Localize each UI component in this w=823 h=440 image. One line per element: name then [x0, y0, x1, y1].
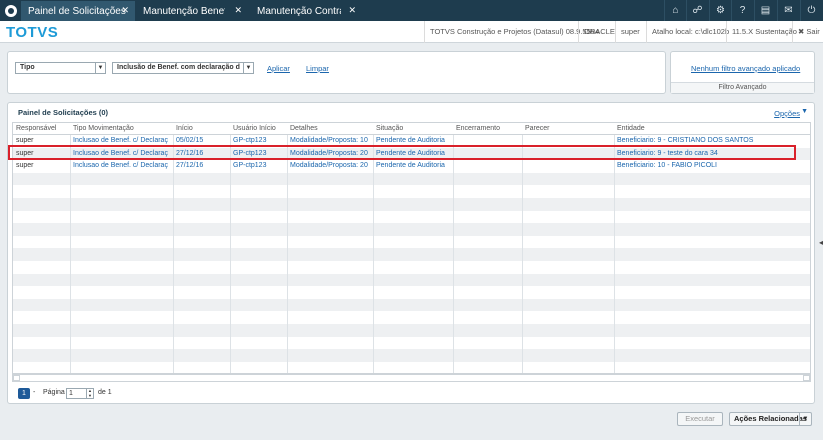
- apply-link[interactable]: Aplicar: [267, 64, 290, 73]
- column-header-parecer[interactable]: Parecer: [522, 123, 614, 135]
- cell-detalhes[interactable]: Modalidade/Proposta: 20: [287, 160, 373, 173]
- cell-inicio: 27/12/16: [176, 162, 204, 170]
- close-icon[interactable]: ✕: [234, 5, 242, 16]
- caret-down-icon[interactable]: ▼: [801, 108, 808, 115]
- column-header-encerramento[interactable]: Encerramento: [453, 123, 522, 135]
- tab-label: Manutenção Beneficiá: [143, 5, 225, 17]
- table-row: [13, 362, 810, 373]
- mail-icon[interactable]: ✉: [777, 0, 799, 21]
- table-row: [13, 298, 810, 312]
- table-row: [13, 172, 810, 186]
- page-count: de 1: [98, 389, 112, 396]
- column-header-detalhes[interactable]: Detalhes: [287, 123, 373, 135]
- grid-title: Painel de Solicitações (0): [18, 108, 109, 117]
- column-header-entidade[interactable]: Entidade: [614, 123, 810, 135]
- scroll-right-button[interactable]: [803, 375, 810, 381]
- horizontal-scrollbar[interactable]: [12, 374, 811, 382]
- column-header-situacao[interactable]: Situação: [373, 123, 453, 135]
- current-page-button[interactable]: 1: [18, 388, 30, 399]
- page-stepper[interactable]: ▲ ▼: [86, 388, 93, 398]
- page-label: Página: [43, 389, 65, 396]
- table-row: [13, 273, 810, 287]
- column-header-responsavel[interactable]: Responsável: [13, 123, 70, 135]
- brand-logo: TOTVS: [6, 24, 59, 41]
- table-row: [13, 236, 810, 249]
- column-divider: [453, 123, 454, 373]
- shortcut-info: Atalho local: c:\dlc102b: [646, 21, 734, 43]
- cell-entidade[interactable]: Beneficiario: 10 - FABIO PICOLI: [614, 160, 810, 173]
- movement-type-select[interactable]: Inclusão de Benef. com declaração d ▼: [112, 62, 254, 74]
- column-divider: [522, 123, 523, 373]
- tab-painel-solicitacoes[interactable]: Painel de Solicitações ✕: [21, 1, 135, 21]
- cell-responsavel: super: [16, 162, 34, 170]
- table-row: [13, 198, 810, 211]
- close-icon[interactable]: ✕: [121, 5, 129, 16]
- version-info: 11.5.X Sustentação: [726, 21, 802, 43]
- filter-panel: Tipo ▼ Inclusão de Benef. com declaração…: [7, 51, 666, 94]
- table-row: [13, 248, 810, 261]
- page-number-input[interactable]: 1 ▲ ▼: [66, 388, 94, 399]
- cell-situacao: Pendente de Auditoria: [376, 162, 445, 170]
- table-row: [13, 223, 810, 236]
- table-row: [13, 261, 810, 274]
- related-actions-button[interactable]: Ações Relacionadas ▼: [729, 412, 812, 426]
- app-menu-button[interactable]: [0, 0, 21, 21]
- column-header-tipo-movimentacao[interactable]: Tipo Movimentação: [70, 123, 173, 135]
- cell-tipo-movimentacao[interactable]: Inclusao de Benef. c/ Declaraç: [70, 160, 173, 173]
- table-row: [13, 337, 810, 350]
- pager-separator: -: [33, 389, 36, 396]
- top-tab-bar: Painel de Solicitações ✕ Manutenção Bene…: [0, 0, 823, 21]
- database-info: ORACLE: [578, 21, 620, 43]
- scroll-left-button[interactable]: [13, 375, 20, 381]
- panel-collapse-icon[interactable]: ◂: [819, 238, 823, 247]
- tab-manutencao-contratos[interactable]: Manutenção Contratos ✕: [250, 1, 362, 21]
- options-link[interactable]: Opções: [774, 109, 800, 118]
- cell-usuario-inicio: GP-ctp123: [233, 162, 267, 170]
- column-header-usuario-inicio[interactable]: Usuário Início: [230, 123, 287, 135]
- execute-button[interactable]: Executar: [677, 412, 723, 426]
- advanced-filter-status-link[interactable]: Nenhum filtro avançado aplicado: [691, 64, 800, 73]
- table-row: [13, 349, 810, 362]
- sitemap-icon[interactable]: ☍: [686, 0, 708, 21]
- totvs-logo-icon: [4, 4, 17, 17]
- logout-link[interactable]: ✖ Sair: [792, 21, 823, 43]
- advanced-filter-panel: Nenhum filtro avançado aplicado Filtro A…: [670, 51, 815, 94]
- table-row: [13, 311, 810, 324]
- type-select-value: Tipo: [20, 64, 35, 71]
- power-icon[interactable]: ⏻: [800, 0, 822, 21]
- table-row: [13, 324, 810, 337]
- table-row: [13, 286, 810, 299]
- chevron-down-icon[interactable]: ▼: [799, 413, 811, 425]
- related-actions-label: Ações Relacionadas: [734, 414, 807, 423]
- close-icon[interactable]: ✕: [348, 5, 356, 16]
- tab-label: Painel de Solicitações: [28, 5, 126, 17]
- tab-manutencao-beneficiario[interactable]: Manutenção Beneficiá ✕: [136, 1, 248, 21]
- movement-type-value: Inclusão de Benef. com declaração d: [117, 64, 240, 71]
- user-info: super: [615, 21, 645, 43]
- home-icon[interactable]: ⌂: [664, 0, 686, 21]
- selected-row-highlight: [8, 145, 796, 160]
- chevron-down-icon[interactable]: ▼: [95, 63, 105, 73]
- gear-icon[interactable]: ⚙: [709, 0, 731, 21]
- column-header-inicio[interactable]: Início: [173, 123, 230, 135]
- chevron-down-icon[interactable]: ▼: [243, 63, 253, 73]
- help-icon[interactable]: ?: [731, 0, 753, 21]
- tab-label: Manutenção Contratos: [257, 5, 341, 17]
- type-select[interactable]: Tipo ▼: [15, 62, 106, 74]
- advanced-filter-title[interactable]: Filtro Avançado: [671, 82, 814, 93]
- clear-link[interactable]: Limpar: [306, 64, 329, 73]
- page-number-value: 1: [69, 390, 73, 397]
- app-header: TOTVS TOTVS Construção e Projetos (Datas…: [0, 21, 823, 43]
- document-icon[interactable]: ▤: [754, 0, 776, 21]
- table-row: [13, 185, 810, 198]
- table-row: [13, 211, 810, 224]
